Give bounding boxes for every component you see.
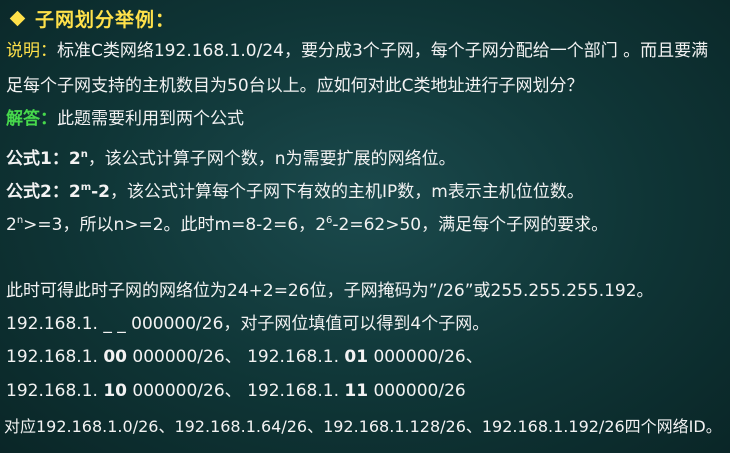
description-text-2: 足每个子网支持的主机数目为50台以上。应如何对此C类地址进行子网划分？ <box>6 76 584 96</box>
subnet-10-suffix: 000000/26、 <box>127 381 248 401</box>
subnet-11-suffix: 000000/26 <box>368 381 466 401</box>
calc-part-1: >=3，所以n>=2。此时m=8-2=6， <box>23 215 316 235</box>
diamond-bullet-icon <box>9 10 26 26</box>
formula2-tail: -2 <box>91 182 110 202</box>
subnet-01-bits: 01 <box>344 347 369 367</box>
formula2-text: ，该公式计算每个子网下有效的主机IP数，m表示主机位位数。 <box>110 182 584 202</box>
answer-line: 解答：此题需要利用到两个公式 <box>6 108 244 130</box>
fill-line: 192.168.1. _ _ 000000/26，对子网位填值可以得到4个子网。 <box>6 313 489 335</box>
subnets-row-1: 192.168.1. 00 000000/26、 192.168.1. 01 0… <box>6 346 483 368</box>
calc-part-2: -2=62>50，满足每个子网的要求。 <box>332 215 609 235</box>
mask-line: 此时可得此时子网的网络位为24+2=26位，子网掩码为”/26”或255.255… <box>6 280 654 302</box>
subnet-10-prefix: 192.168.1. <box>6 381 104 401</box>
formula1-text: ，该公式计算子网个数，n为需要扩展的网络位。 <box>87 149 456 169</box>
calc-line: 2n>=3，所以n>=2。此时m=8-2=6，26-2=62>50，满足每个子网… <box>6 210 608 236</box>
subnet-00-prefix: 192.168.1. <box>6 347 104 367</box>
answer-text: 此题需要利用到两个公式 <box>57 109 244 129</box>
subnet-00-bits: 00 <box>103 347 127 367</box>
subnet-01-suffix: 000000/26、 <box>368 347 483 367</box>
formula1-base: 2 <box>68 149 81 169</box>
formula1-line: 公式1：2n，该公式计算子网个数，n为需要扩展的网络位。 <box>6 144 456 170</box>
formula2-label: 公式2： <box>6 182 69 202</box>
description-line-2: 足每个子网支持的主机数目为50台以上。应如何对此C类地址进行子网划分？ <box>6 75 584 97</box>
calc-base-2: 2 <box>315 215 327 235</box>
formula1-exponent: n <box>80 149 88 160</box>
slide-heading: 子网划分举例： <box>9 5 176 31</box>
fill-text: 192.168.1. _ _ 000000/26，对子网位填值可以得到4个子网。 <box>6 314 490 334</box>
formula2-line: 公式2：2m-2，该公式计算每个子网下有效的主机IP数，m表示主机位位数。 <box>6 177 584 203</box>
calc-base-1: 2 <box>6 215 17 235</box>
description-line-1: 说明：标准C类网络192.168.1.0/24，要分成3个子网，每个子网分配给一… <box>6 40 708 62</box>
formula2-exponent: m <box>80 182 92 193</box>
subnet-11-bits: 11 <box>344 381 369 401</box>
answer-label: 解答： <box>6 109 57 129</box>
subnet-10-bits: 10 <box>103 381 127 401</box>
network-ids-text: 对应192.168.1.0/26、192.168.1.64/26、192.168… <box>4 417 722 436</box>
subnet-01-prefix: 192.168.1. <box>247 347 345 367</box>
network-ids-line: 对应192.168.1.0/26、192.168.1.64/26、192.168… <box>4 416 722 438</box>
formula2-base: 2 <box>68 182 81 202</box>
formula1-label: 公式1： <box>6 149 69 169</box>
slide: 子网划分举例： 说明：标准C类网络192.168.1.0/24，要分成3个子网，… <box>0 0 730 453</box>
description-label: 说明： <box>6 41 57 61</box>
heading-title: 子网划分举例： <box>35 8 176 31</box>
description-text-1: 标准C类网络192.168.1.0/24，要分成3个子网，每个子网分配给一个部门… <box>57 41 709 61</box>
mask-text: 此时可得此时子网的网络位为24+2=26位，子网掩码为”/26”或255.255… <box>6 281 654 301</box>
subnet-00-suffix: 000000/26、 <box>127 347 248 367</box>
subnets-row-2: 192.168.1. 10 000000/26、 192.168.1. 11 0… <box>6 380 466 402</box>
subnet-11-prefix: 192.168.1. <box>247 381 345 401</box>
